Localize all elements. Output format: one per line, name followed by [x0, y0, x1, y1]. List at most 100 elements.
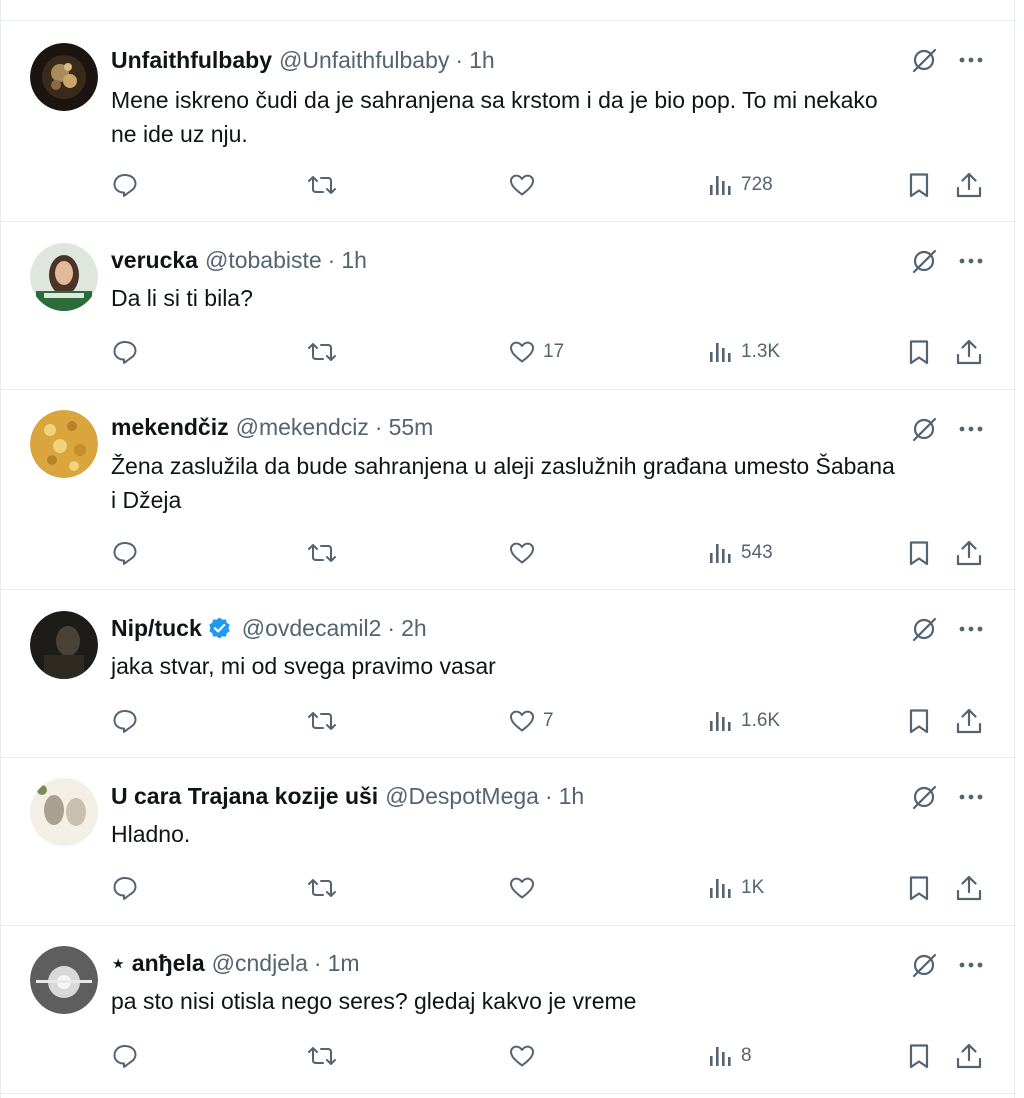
avatar[interactable] [30, 410, 98, 478]
timestamp[interactable]: 55m [389, 414, 434, 441]
reply-button[interactable] [111, 538, 139, 568]
grok-icon[interactable] [909, 246, 939, 276]
reply-button[interactable] [111, 337, 139, 367]
tweet-text-line: i Džeja [111, 487, 182, 513]
tweet[interactable]: ⋆ anђela @cndjela · 1m pa sto nisi otisl… [1, 926, 1016, 1094]
tweet-text-line: Mene iskreno čudi da je sahranjena sa kr… [111, 87, 878, 113]
tweet-text-line: jaka stvar, mi od svega pravimo vasar [111, 653, 496, 679]
display-name[interactable]: U cara Trajana kozije uši [111, 783, 378, 810]
retweet-button[interactable] [306, 538, 338, 568]
views-button[interactable]: 1K [706, 873, 764, 903]
verified-badge-icon [207, 616, 232, 641]
like-button[interactable]: 7 [508, 706, 554, 736]
like-button[interactable] [508, 873, 543, 903]
like-count: 17 [543, 341, 565, 362]
grok-icon[interactable] [909, 614, 939, 644]
reply-button[interactable] [111, 1041, 139, 1071]
more-options-icon[interactable] [954, 414, 988, 444]
timestamp[interactable]: 1h [559, 783, 585, 810]
tweet-header: U cara Trajana kozije uši @DespotMega · … [111, 781, 584, 811]
like-button[interactable] [508, 538, 543, 568]
timestamp[interactable]: 1h [341, 247, 367, 274]
tweet-header: Unfaithfulbaby @Unfaithfulbaby · 1h [111, 45, 495, 75]
like-button[interactable] [508, 170, 543, 200]
tweet[interactable]: mekendčiz @mekendciz · 55m Žena zaslužil… [1, 390, 1016, 590]
user-handle[interactable]: @DespotMega [385, 783, 539, 810]
timestamp[interactable]: 1h [469, 47, 495, 74]
tweet-text-line: ne ide uz nju. [111, 121, 248, 147]
avatar[interactable] [30, 43, 98, 111]
user-handle[interactable]: @ovdecamil2 [242, 615, 382, 642]
user-handle[interactable]: @cndjela [212, 950, 308, 977]
view-count: 8 [741, 1045, 752, 1066]
avatar[interactable] [30, 778, 98, 846]
display-name[interactable]: mekendčiz [111, 414, 229, 441]
view-count: 543 [741, 542, 773, 563]
like-button[interactable] [508, 1041, 543, 1071]
avatar[interactable] [30, 243, 98, 311]
tweet-text: Žena zaslužila da bude sahranjena u alej… [111, 449, 991, 517]
grok-icon[interactable] [909, 45, 939, 75]
share-button[interactable] [954, 337, 984, 367]
share-button[interactable] [954, 170, 984, 200]
user-handle[interactable]: @tobabiste [205, 247, 322, 274]
avatar[interactable] [30, 611, 98, 679]
tweet-text: Hladno. [111, 817, 991, 851]
tweet[interactable]: verucka @tobabiste · 1h Da li si ti bila… [1, 222, 1016, 390]
avatar[interactable] [30, 946, 98, 1014]
share-button[interactable] [954, 706, 984, 736]
grok-icon[interactable] [909, 950, 939, 980]
timestamp[interactable]: 2h [401, 615, 427, 642]
views-button[interactable]: 728 [706, 170, 773, 200]
bookmark-button[interactable] [905, 538, 933, 568]
tweet[interactable]: Unfaithfulbaby @Unfaithfulbaby · 1h Mene… [1, 21, 1016, 222]
view-count: 1.6K [741, 710, 781, 731]
timestamp[interactable]: 1m [328, 950, 360, 977]
reply-button[interactable] [111, 873, 139, 903]
views-button[interactable]: 8 [706, 1041, 752, 1071]
display-name[interactable]: Unfaithfulbaby [111, 47, 272, 74]
display-name[interactable]: ⋆ anђela [111, 950, 205, 977]
reply-button[interactable] [111, 706, 139, 736]
separator-dot: · [387, 614, 396, 641]
view-count: 1.3K [741, 341, 781, 362]
bookmark-button[interactable] [905, 706, 933, 736]
tweet-text: jaka stvar, mi od svega pravimo vasar [111, 649, 991, 683]
user-handle[interactable]: @Unfaithfulbaby [279, 47, 449, 74]
grok-icon[interactable] [909, 782, 939, 812]
tweet-header: mekendčiz @mekendciz · 55m [111, 412, 433, 442]
like-button[interactable]: 17 [508, 337, 564, 367]
tweet-text: Mene iskreno čudi da je sahranjena sa kr… [111, 83, 991, 151]
user-handle[interactable]: @mekendciz [236, 414, 369, 441]
share-button[interactable] [954, 873, 984, 903]
more-options-icon[interactable] [954, 246, 988, 276]
bookmark-button[interactable] [905, 873, 933, 903]
more-options-icon[interactable] [954, 782, 988, 812]
reply-button[interactable] [111, 170, 139, 200]
bookmark-button[interactable] [905, 1041, 933, 1071]
bookmark-button[interactable] [905, 337, 933, 367]
retweet-button[interactable] [306, 1041, 338, 1071]
share-button[interactable] [954, 1041, 984, 1071]
view-count: 728 [741, 174, 773, 195]
share-button[interactable] [954, 538, 984, 568]
tweet[interactable]: U cara Trajana kozije uši @DespotMega · … [1, 758, 1016, 926]
tweet[interactable]: Nip/tuck @ovdecamil2 · 2h jaka stvar, mi… [1, 590, 1016, 758]
views-button[interactable]: 1.3K [706, 337, 780, 367]
retweet-button[interactable] [306, 170, 338, 200]
more-options-icon[interactable] [954, 950, 988, 980]
views-button[interactable]: 543 [706, 538, 773, 568]
grok-icon[interactable] [909, 414, 939, 444]
more-options-icon[interactable] [954, 45, 988, 75]
reply-feed: Unfaithfulbaby @Unfaithfulbaby · 1h Mene… [0, 0, 1016, 1098]
more-options-icon[interactable] [954, 614, 988, 644]
display-name[interactable]: Nip/tuck [111, 615, 202, 642]
tweet-header: ⋆ anђela @cndjela · 1m [111, 948, 360, 978]
tweet-header: Nip/tuck @ovdecamil2 · 2h [111, 613, 427, 643]
bookmark-button[interactable] [905, 170, 933, 200]
display-name[interactable]: verucka [111, 247, 198, 274]
retweet-button[interactable] [306, 873, 338, 903]
retweet-button[interactable] [306, 706, 338, 736]
retweet-button[interactable] [306, 337, 338, 367]
views-button[interactable]: 1.6K [706, 706, 780, 736]
